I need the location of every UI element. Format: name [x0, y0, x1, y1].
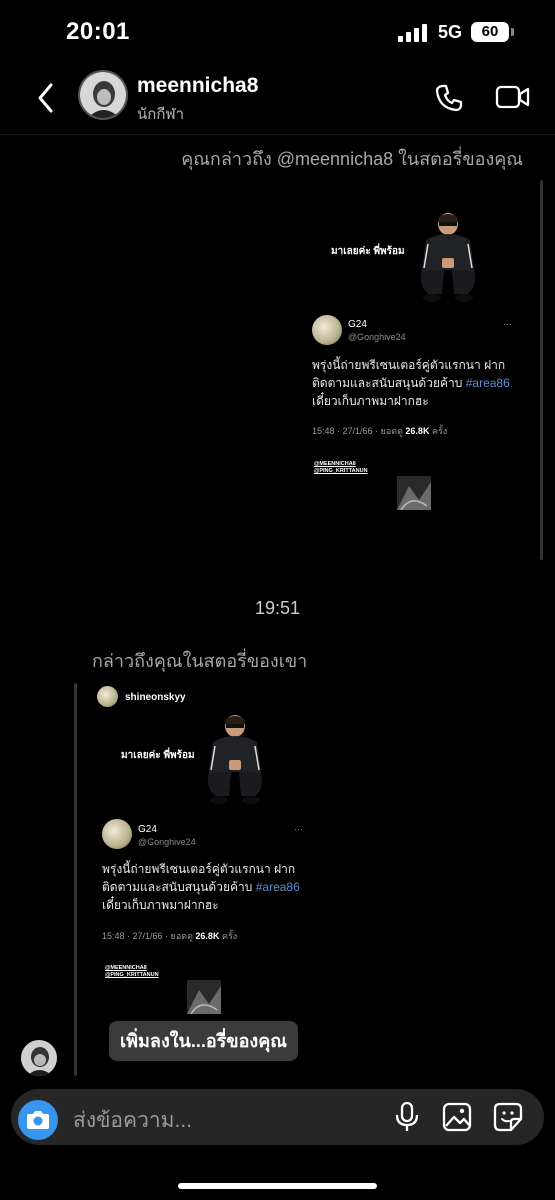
- story-caption: มาเลยค่ะ พี่พร้อม: [331, 246, 405, 257]
- reply-indicator-bar: [540, 180, 543, 560]
- tweet-name: G24: [348, 319, 367, 330]
- tweet-handle: @Gonghive24: [348, 332, 406, 342]
- story-preview-received[interactable]: shineonskyy มาเลยค่ะ พี่พร้อม G24 @Gongh…: [88, 682, 316, 1022]
- story-credit-line-1: @MEENNICHA8: [105, 965, 147, 971]
- sender-avatar: [21, 1040, 57, 1076]
- story-person-sticker: [207, 715, 263, 804]
- story-thumbnail-image: [397, 476, 431, 510]
- mention-sent-notice: คุณกล่าวถึง @meennicha8 ในสตอรี่ของคุณ: [181, 149, 523, 169]
- tweet-views-suffix: ครั้ง: [219, 931, 238, 941]
- avatar[interactable]: [78, 70, 128, 120]
- add-to-story-button[interactable]: เพิ่มลงใน...อรี่ของคุณ: [109, 1021, 298, 1061]
- battery-indicator: 60: [471, 22, 509, 42]
- story-owner-avatar: [97, 686, 118, 707]
- tweet-text-line-3: เดี๋ยวเก็บภาพมาฝากฮะ: [102, 898, 219, 912]
- avatar-photo: [80, 72, 126, 118]
- tweet-text-line-2: ติดตามและสนับสนุนด้วยค้าบ: [312, 376, 466, 390]
- battery-cap: [511, 28, 514, 36]
- home-indicator[interactable]: [178, 1183, 377, 1189]
- tweet-hashtag: #area86: [255, 880, 300, 894]
- tweet-avatar: [312, 315, 342, 345]
- tweet-text-line-1: พรุ่งนี้ถ่ายพรีเซนเตอร์คู่ตัวแรกนา ฝาก: [312, 358, 506, 372]
- chat-subtitle: นักกีฬา: [137, 106, 185, 123]
- chat-header: meennicha8 นักกีฬา: [0, 62, 555, 135]
- story-caption: มาเลยค่ะ พี่พร้อม: [121, 750, 195, 761]
- story-credit: @MEENNICHA8 @PING_KRITTANUN: [105, 965, 159, 979]
- tweet-handle: @Gonghive24: [138, 837, 196, 847]
- reply-indicator-bar: [74, 683, 77, 1076]
- mention-received-notice: กล่าวถึงคุณในสตอรี่ของเขา: [92, 651, 308, 671]
- camera-button[interactable]: [18, 1100, 58, 1140]
- chat-username[interactable]: meennicha8: [137, 74, 258, 98]
- tweet-body: พรุ่งนี้ถ่ายพรีเซนเตอร์คู่ตัวแรกนา ฝาก ต…: [102, 860, 316, 914]
- video-camera-icon[interactable]: [495, 82, 531, 112]
- tweet-meta-text: 15:48 · 27/1/66 · ยอดดู: [102, 931, 196, 941]
- message-timestamp: 19:51: [254, 598, 301, 618]
- message-input[interactable]: ส่งข้อความ...: [73, 1104, 192, 1137]
- camera-icon: [27, 1111, 49, 1129]
- signal-icon: [398, 24, 427, 42]
- microphone-icon[interactable]: [392, 1100, 422, 1134]
- tweet-name: G24: [138, 824, 157, 835]
- story-credit: @MEENNICHA8 @PING_KRITTANUN: [314, 461, 368, 475]
- story-credit-line-1: @MEENNICHA8: [314, 461, 356, 467]
- tweet-text-line-1: พรุ่งนี้ถ่ายพรีเซนเตอร์คู่ตัวแรกนา ฝาก: [102, 862, 296, 876]
- sender-avatar-photo: [21, 1040, 57, 1076]
- tweet-text-line-3: เดี๋ยวเก็บภาพมาฝากฮะ: [312, 394, 429, 408]
- status-bar: 20:01 5G 60: [0, 0, 555, 62]
- story-preview-sent[interactable]: มาเลยค่ะ พี่พร้อม G24 @Gonghive24 ··· พร…: [303, 192, 523, 522]
- tweet-avatar: [102, 819, 132, 849]
- tweet-meta: 15:48 · 27/1/66 · ยอดดู 26.8K ครั้ง: [312, 424, 447, 438]
- tweet-meta: 15:48 · 27/1/66 · ยอดดู 26.8K ครั้ง: [102, 929, 237, 943]
- tweet-hashtag: #area86: [465, 376, 510, 390]
- story-owner-username: shineonskyy: [125, 692, 186, 703]
- tweet-more-icon: ···: [503, 319, 512, 329]
- story-thumbnail-image: [187, 980, 221, 1014]
- chevron-left-icon[interactable]: [36, 82, 56, 114]
- network-type: 5G: [438, 22, 463, 42]
- tweet-views: 26.8K: [195, 931, 220, 941]
- story-credit-line-2: @PING_KRITTANUN: [105, 972, 159, 978]
- status-time: 20:01: [66, 18, 130, 45]
- phone-icon[interactable]: [433, 82, 465, 114]
- story-credit-line-2: @PING_KRITTANUN: [314, 468, 368, 474]
- tweet-meta-text: 15:48 · 27/1/66 · ยอดดู: [312, 426, 406, 436]
- tweet-text-line-2: ติดตามและสนับสนุนด้วยค้าบ: [102, 880, 256, 894]
- tweet-views: 26.8K: [405, 426, 430, 436]
- image-icon[interactable]: [441, 1100, 473, 1134]
- tweet-views-suffix: ครั้ง: [429, 426, 448, 436]
- sticker-icon[interactable]: [492, 1100, 524, 1134]
- tweet-body: พรุ่งนี้ถ่ายพรีเซนเตอร์คู่ตัวแรกนา ฝาก ต…: [312, 356, 522, 410]
- tweet-more-icon: ···: [294, 824, 303, 834]
- story-person-sticker: [420, 213, 476, 302]
